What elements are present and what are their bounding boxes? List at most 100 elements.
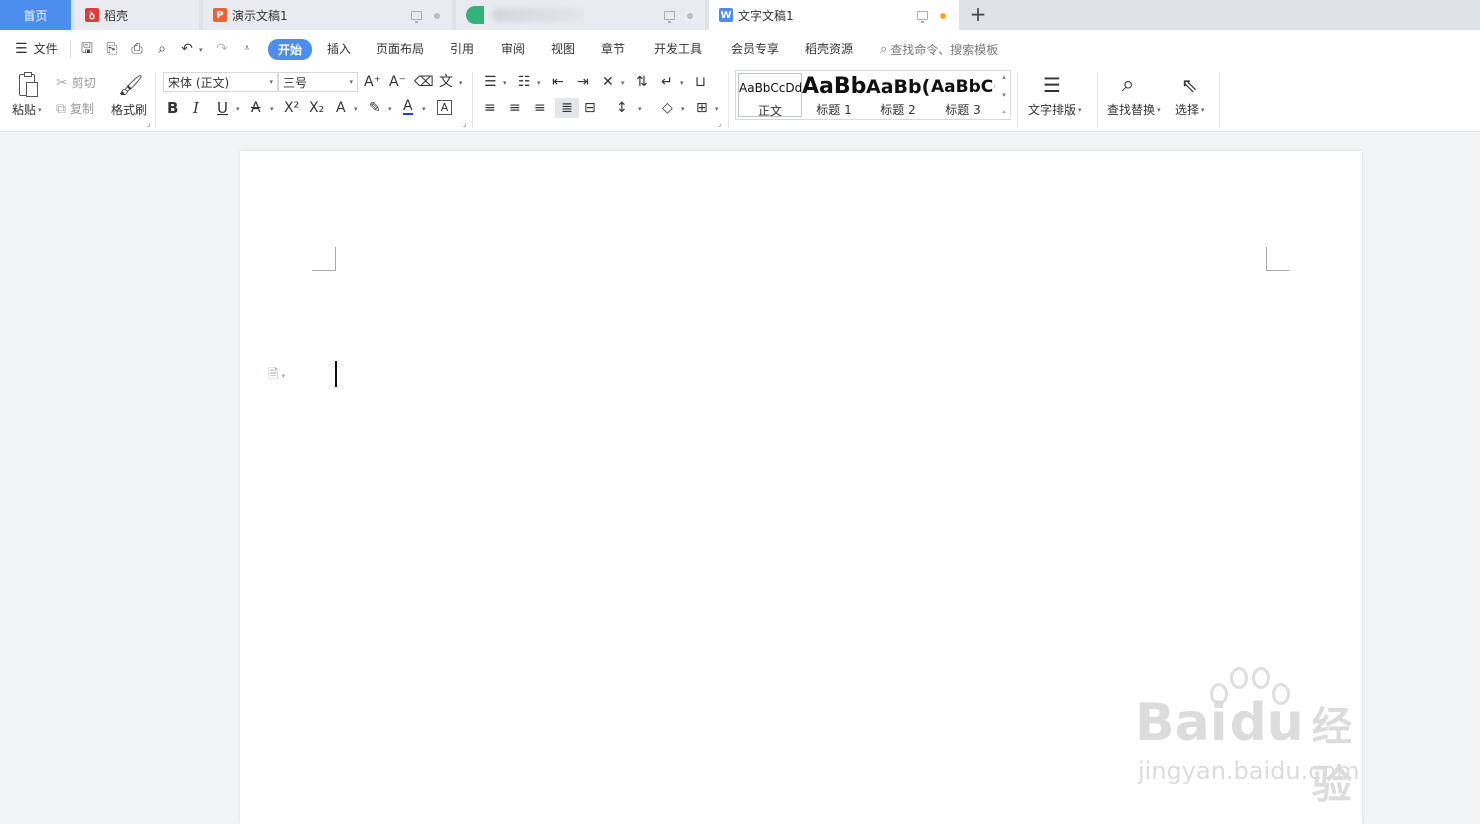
chevron-down-icon[interactable]: ▾ [1002,91,1006,99]
chevron-down-icon[interactable]: ▾ [681,105,685,113]
format-painter-label[interactable]: 格式刷 [111,101,147,118]
cursor-arrow-icon[interactable]: ⇖ [1181,72,1198,98]
tab-stops-icon[interactable]: ⊔ [695,74,706,90]
align-right-icon[interactable]: ≡ [534,100,546,116]
clipboard-launcher-icon[interactable]: ⌟ [147,120,150,128]
chevron-down-icon[interactable]: ▾ [503,79,507,87]
customize-toolbar-icon[interactable]: ⩡ [239,41,255,57]
font-launcher-icon[interactable]: ⌟ [463,120,466,128]
font-color-icon[interactable]: A [403,99,413,115]
shrink-font-icon[interactable]: A⁻ [389,74,406,90]
tab-home[interactable]: 首页 [0,0,71,30]
print-icon[interactable]: ⎙ [129,41,145,57]
phonetic-guide-icon[interactable]: 文 [439,74,453,90]
font-size-combo[interactable]: 三号 ▾ [278,72,358,92]
tab-blurred[interactable] [456,0,705,30]
monitor-icon[interactable] [917,11,928,23]
chevron-up-icon[interactable]: ▴ [1002,73,1006,81]
export-pdf-icon[interactable]: ⎘ [104,41,120,57]
magnifier-icon[interactable]: ⌕ [1122,72,1134,98]
presentation-icon: P [213,8,227,22]
character-border-icon[interactable]: A [437,100,452,115]
decrease-indent-icon[interactable]: ⇤ [552,74,564,90]
italic-icon[interactable]: I [193,100,199,116]
font-name-combo[interactable]: 宋体 (正文) ▾ [163,72,278,92]
chevron-down-icon[interactable]: ▾ [270,105,274,113]
tab-daoke[interactable]: ꝺ 稻壳 [75,0,199,30]
text-layout-icon[interactable]: ☰ [1043,72,1061,98]
tab-document[interactable]: W 文字文稿1 [709,0,959,30]
document-page[interactable]: 🗎 ▾ Bai du 经验 jingyan.baidu.com [240,151,1362,824]
chevron-down-icon[interactable]: ▾ [537,79,541,87]
paste-button[interactable]: 粘贴 ▾ [12,101,42,118]
chevron-down-icon[interactable]: ▾ [621,79,625,87]
sort-icon[interactable]: ⇅ [636,74,648,90]
align-center-icon[interactable]: ≡ [509,100,521,116]
shading-icon[interactable]: ◇ [662,100,673,116]
justify-icon[interactable]: ≣ [555,98,579,118]
undo-icon[interactable]: ↶ [179,41,195,57]
monitor-icon[interactable] [664,11,675,23]
numbered-list-icon[interactable]: ☷ [518,74,531,90]
paragraph-launcher-icon[interactable]: ⌟ [718,120,721,128]
style-heading-2[interactable]: AaBb( 标题 2 [866,73,930,117]
redo-icon[interactable]: ↷ [214,41,230,57]
underline-icon[interactable]: U [217,100,228,116]
tab-view[interactable]: 视图 [551,40,575,57]
chevron-down-icon[interactable]: ▾ [388,105,392,113]
monitor-icon[interactable] [411,11,422,23]
style-normal[interactable]: AaBbCcDd 正文 [738,73,802,117]
tab-home-ribbon[interactable]: 开始 [268,39,313,60]
highlight-icon[interactable]: ✎ [369,100,381,116]
style-heading-3[interactable]: AaBbC( 标题 3 [931,73,995,117]
print-preview-icon[interactable]: ⌕ [154,41,170,57]
distributed-align-icon[interactable]: ⊟ [584,100,596,116]
line-spacing-icon[interactable]: ↕ [616,100,628,116]
bullet-list-icon[interactable]: ☰ [484,74,497,90]
borders-icon[interactable]: ⊞ [696,100,708,116]
paragraph-marks-icon[interactable]: ↵ [661,74,673,90]
paste-icon[interactable] [17,72,41,100]
strikethrough-icon[interactable]: A [251,100,261,116]
style-heading-1[interactable]: AaBb 标题 1 [802,73,866,117]
align-left-icon[interactable]: ≡ [484,100,496,116]
save-icon[interactable]: 🖫 [79,41,95,57]
new-tab-plus-icon[interactable]: + [968,4,988,26]
bold-icon[interactable]: B [167,100,178,116]
superscript-icon[interactable]: X² [284,100,299,116]
tab-page-layout[interactable]: 页面布局 [376,40,424,57]
cut-button[interactable]: ✂ 剪切 [56,74,96,91]
subscript-icon[interactable]: X₂ [309,100,324,116]
command-search[interactable]: ⌕ 查找命令、搜索模板 [880,41,998,58]
styles-scroll[interactable]: ▴ ▾ ⩡ [998,73,1010,117]
text-effect-icon[interactable]: A [336,100,346,116]
grow-font-icon[interactable]: A⁺ [364,74,381,90]
format-painter-icon[interactable]: 🖌 [118,72,143,98]
copy-button[interactable]: ⧉ 复制 [56,100,94,117]
undo-dropdown-icon[interactable]: ▾ [199,46,203,54]
tab-review[interactable]: 审阅 [501,40,525,57]
tab-presentation[interactable]: P 演示文稿1 [203,0,452,30]
chevron-down-icon[interactable]: ▾ [236,105,240,113]
increase-indent-icon[interactable]: ⇥ [577,74,589,90]
chevron-down-icon[interactable]: ▾ [354,105,358,113]
tab-chapter[interactable]: 章节 [601,40,625,57]
tab-member[interactable]: 会员专享 [731,40,779,57]
paragraph-handle[interactable]: 🗎 ▾ [268,365,285,387]
chevron-down-icon[interactable]: ▾ [638,105,642,113]
chevron-down-icon[interactable]: ▾ [680,79,684,87]
tab-insert[interactable]: 插入 [327,40,351,57]
chevron-down-icon[interactable]: ▾ [715,105,719,113]
chevron-down-icon[interactable]: ▾ [422,105,426,113]
select-button[interactable]: 选择 ▾ [1175,101,1205,118]
tab-daoke-resources[interactable]: 稻壳资源 [805,40,853,57]
tab-references[interactable]: 引用 [450,40,474,57]
more-styles-icon[interactable]: ⩡ [1002,108,1006,117]
find-replace-button[interactable]: 查找替换 ▾ [1107,101,1161,118]
file-menu[interactable]: ☰ 文件 [15,40,58,57]
tab-developer[interactable]: 开发工具 [654,40,702,57]
text-layout-button[interactable]: 文字排版 ▾ [1028,101,1082,118]
chinese-layout-icon[interactable]: ✕ [602,74,614,90]
clear-format-icon[interactable]: ⌫ [414,74,434,90]
chevron-down-icon[interactable]: ▾ [459,79,463,87]
